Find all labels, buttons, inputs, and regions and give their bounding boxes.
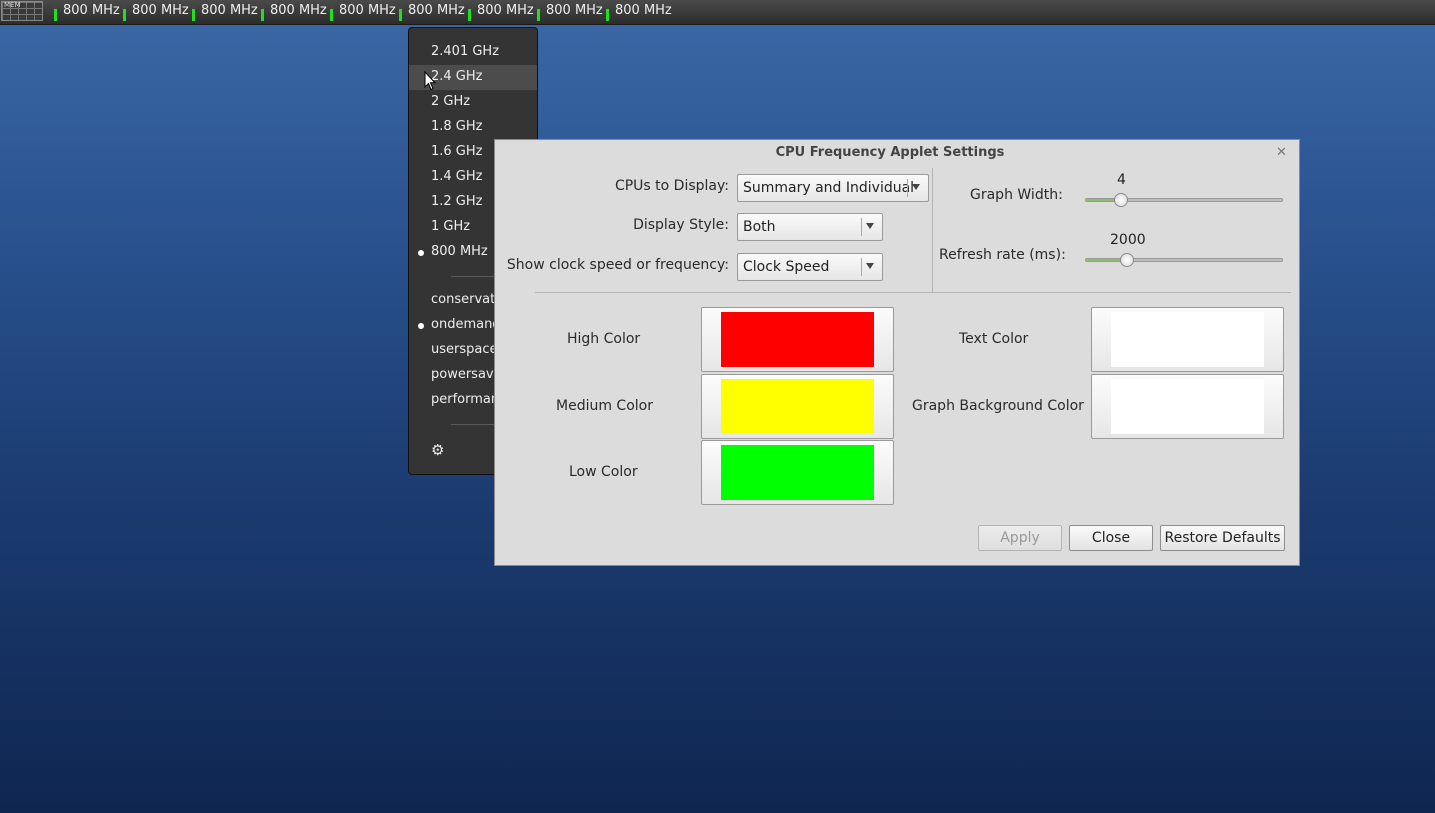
frequency-menu-item[interactable]: 2 GHz	[409, 90, 537, 115]
cpus-to-display-label: CPUs to Display:	[614, 178, 729, 194]
governor-menu-item-label: powersave	[431, 367, 502, 382]
frequency-menu-item-label: 2.401 GHz	[431, 44, 500, 59]
frequency-menu-item-label: 2 GHz	[431, 94, 471, 109]
memory-graph-applet[interactable]: MEM	[1, 1, 43, 21]
selected-radio-dot-icon	[418, 250, 424, 256]
cpus-to-display-value: Summary and Individual	[743, 180, 915, 196]
dialog-title: CPU Frequency Applet Settings	[775, 145, 1005, 160]
cpu-load-bar	[192, 5, 195, 21]
clock-speed-combo[interactable]: Clock Speed	[737, 253, 883, 281]
frequency-menu-item-label: 1.2 GHz	[431, 194, 483, 209]
graph-width-value: 4	[1117, 172, 1126, 188]
low-color-label: Low Color	[569, 464, 638, 480]
chevron-down-icon	[912, 184, 920, 190]
cpu-load-bar	[468, 5, 471, 21]
cpu-frequency-label: 800 MHz	[477, 3, 534, 18]
graph-width-label: Graph Width:	[970, 187, 1063, 203]
restore-defaults-button[interactable]: Restore Defaults	[1160, 525, 1285, 551]
medium-color-button[interactable]	[701, 374, 894, 439]
dialog-titlebar[interactable]: CPU Frequency Applet Settings ✕	[495, 140, 1299, 166]
chevron-down-icon	[866, 263, 874, 269]
menu-separator	[451, 276, 497, 277]
cpu-load-bar	[123, 5, 126, 21]
refresh-rate-slider[interactable]	[1085, 258, 1283, 262]
text-color-label: Text Color	[959, 331, 1029, 347]
display-style-label: Display Style:	[633, 217, 729, 233]
text-color-swatch	[1111, 312, 1264, 367]
gear-icon[interactable]: ⚙	[431, 441, 444, 459]
clock-speed-or-frequency-label: Show clock speed or frequency:	[506, 257, 729, 273]
graph-background-color-swatch	[1111, 379, 1264, 434]
settings-dialog: CPU Frequency Applet Settings ✕ CPUs to …	[494, 139, 1300, 566]
cpus-to-display-combo[interactable]: Summary and Individual	[737, 174, 929, 202]
frequency-menu-item-label: 1.8 GHz	[431, 119, 483, 134]
cpu-frequency-label: 800 MHz	[132, 3, 189, 18]
governor-menu-item-label: userspace	[431, 342, 498, 357]
combo-separator	[861, 218, 862, 236]
vertical-divider	[932, 168, 933, 292]
frequency-menu-item-label: 800 MHz	[431, 244, 488, 259]
high-color-button[interactable]	[701, 307, 894, 372]
cpu-frequency-label: 800 MHz	[270, 3, 327, 18]
horizontal-divider	[535, 292, 1291, 293]
cpu-load-bar	[261, 5, 264, 21]
close-button[interactable]: Close	[1069, 525, 1153, 551]
mouse-pointer-icon	[424, 71, 436, 91]
graph-background-color-label: Graph Background Color	[912, 398, 1084, 414]
combo-separator	[907, 179, 908, 197]
governor-menu-item-label: ondemand	[431, 317, 501, 332]
selected-radio-dot-icon	[418, 323, 424, 329]
refresh-rate-label: Refresh rate (ms):	[939, 247, 1066, 263]
frequency-menu-item-label: 1.6 GHz	[431, 144, 483, 159]
menu-separator	[451, 424, 497, 425]
cpu-frequency-label: 800 MHz	[546, 3, 603, 18]
cpu-frequency-label: 800 MHz	[63, 3, 120, 18]
cpu-load-bar	[399, 5, 402, 21]
low-color-swatch	[721, 445, 874, 500]
clock-speed-value: Clock Speed	[743, 259, 830, 275]
memory-graph-label: MEM	[4, 1, 21, 9]
frequency-menu-item-label: 2.4 GHz	[431, 69, 483, 84]
high-color-label: High Color	[567, 331, 641, 347]
display-style-value: Both	[743, 219, 776, 235]
cpu-load-bar	[537, 5, 540, 21]
cpu-load-bar	[330, 5, 333, 21]
graph-background-color-button[interactable]	[1091, 374, 1284, 439]
cpu-frequency-label: 800 MHz	[339, 3, 396, 18]
refresh-rate-value: 2000	[1110, 232, 1146, 248]
frequency-menu-item-label: 1.4 GHz	[431, 169, 483, 184]
refresh-rate-slider-handle[interactable]	[1120, 253, 1134, 267]
cpu-load-bar	[54, 5, 57, 21]
display-style-combo[interactable]: Both	[737, 213, 883, 241]
close-icon[interactable]: ✕	[1276, 145, 1287, 160]
apply-button[interactable]: Apply	[978, 525, 1062, 551]
frequency-menu-item-label: 1 GHz	[431, 219, 471, 234]
medium-color-label: Medium Color	[556, 398, 653, 414]
cpu-frequency-label: 800 MHz	[615, 3, 672, 18]
low-color-button[interactable]	[701, 440, 894, 505]
text-color-button[interactable]	[1091, 307, 1284, 372]
medium-color-swatch	[721, 379, 874, 434]
high-color-swatch	[721, 312, 874, 367]
frequency-menu-item[interactable]: 2.401 GHz	[409, 40, 537, 65]
chevron-down-icon	[866, 223, 874, 229]
combo-separator	[861, 258, 862, 276]
cpu-frequency-label: 800 MHz	[408, 3, 465, 18]
graph-width-slider-handle[interactable]	[1114, 193, 1128, 207]
cpu-load-bar	[606, 5, 609, 21]
top-panel: MEM 800 MHz 800 MHz 800 MHz 800 MHz 800 MHz 8…	[0, 0, 1435, 25]
cpu-frequency-label: 800 MHz	[201, 3, 258, 18]
frequency-menu-item[interactable]: 1.8 GHz	[409, 115, 537, 140]
